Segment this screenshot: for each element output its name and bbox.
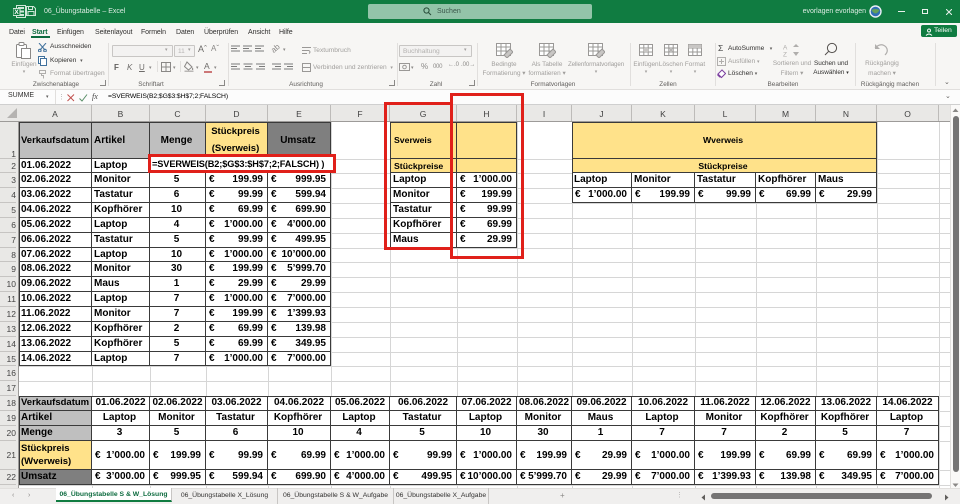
svg-text:Z: Z: [783, 52, 787, 58]
svg-text:X: X: [14, 9, 19, 16]
svg-text:A: A: [783, 45, 788, 52]
